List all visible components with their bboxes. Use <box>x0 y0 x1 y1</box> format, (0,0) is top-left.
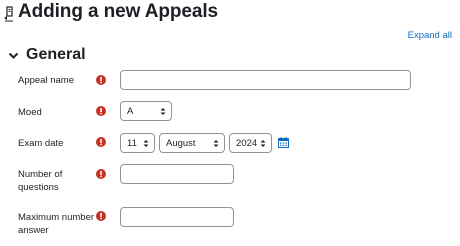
exam-date-day-select[interactable]: 11 <box>120 133 155 153</box>
exam-date-month-value: August <box>166 137 196 149</box>
required-icon <box>96 137 106 147</box>
section-header-general[interactable]: General <box>8 45 86 65</box>
page: Adding a new Appeals Expand all General … <box>0 0 460 246</box>
number-of-questions-label: Number of questions <box>18 168 62 194</box>
exam-date-year-select[interactable]: 2024 <box>229 133 272 153</box>
exam-date-year-value: 2024 <box>236 137 258 149</box>
moed-label: Moed <box>18 107 42 118</box>
exam-date-month-select[interactable]: August <box>159 133 225 153</box>
number-of-questions-input[interactable] <box>120 164 234 184</box>
maximum-number-of-answer-label-line1: Maximum number of <box>18 212 105 223</box>
exam-date-day-value: 11 <box>127 137 137 149</box>
calendar-icon[interactable] <box>278 137 289 148</box>
module-icon <box>4 6 13 22</box>
maximum-number-of-answer-input[interactable] <box>120 207 234 227</box>
select-arrows-icon <box>160 108 166 115</box>
page-title: Adding a new Appeals <box>18 1 218 22</box>
number-of-questions-label-line1: Number of <box>18 169 63 180</box>
appeal-name-label: Appeal name <box>18 75 74 86</box>
select-arrows-icon <box>213 140 219 147</box>
maximum-number-of-answer-label-line2: answer <box>18 225 49 236</box>
required-icon <box>96 169 106 179</box>
select-arrows-icon <box>260 140 266 147</box>
number-of-questions-label-line2: questions <box>18 182 59 193</box>
maximum-number-of-answer-label: Maximum number of answer <box>18 211 105 237</box>
appeal-name-input[interactable] <box>120 70 411 90</box>
exam-date-label: Exam date <box>18 138 64 149</box>
section-title: General <box>26 46 86 63</box>
select-arrows-icon <box>143 140 149 147</box>
chevron-down-icon <box>8 52 19 59</box>
moed-selected-value: A <box>127 105 134 117</box>
moed-select[interactable]: A <box>120 101 172 121</box>
required-icon <box>96 106 106 116</box>
required-icon <box>96 75 106 85</box>
expand-all-link[interactable]: Expand all <box>408 30 452 41</box>
required-icon <box>96 211 106 221</box>
